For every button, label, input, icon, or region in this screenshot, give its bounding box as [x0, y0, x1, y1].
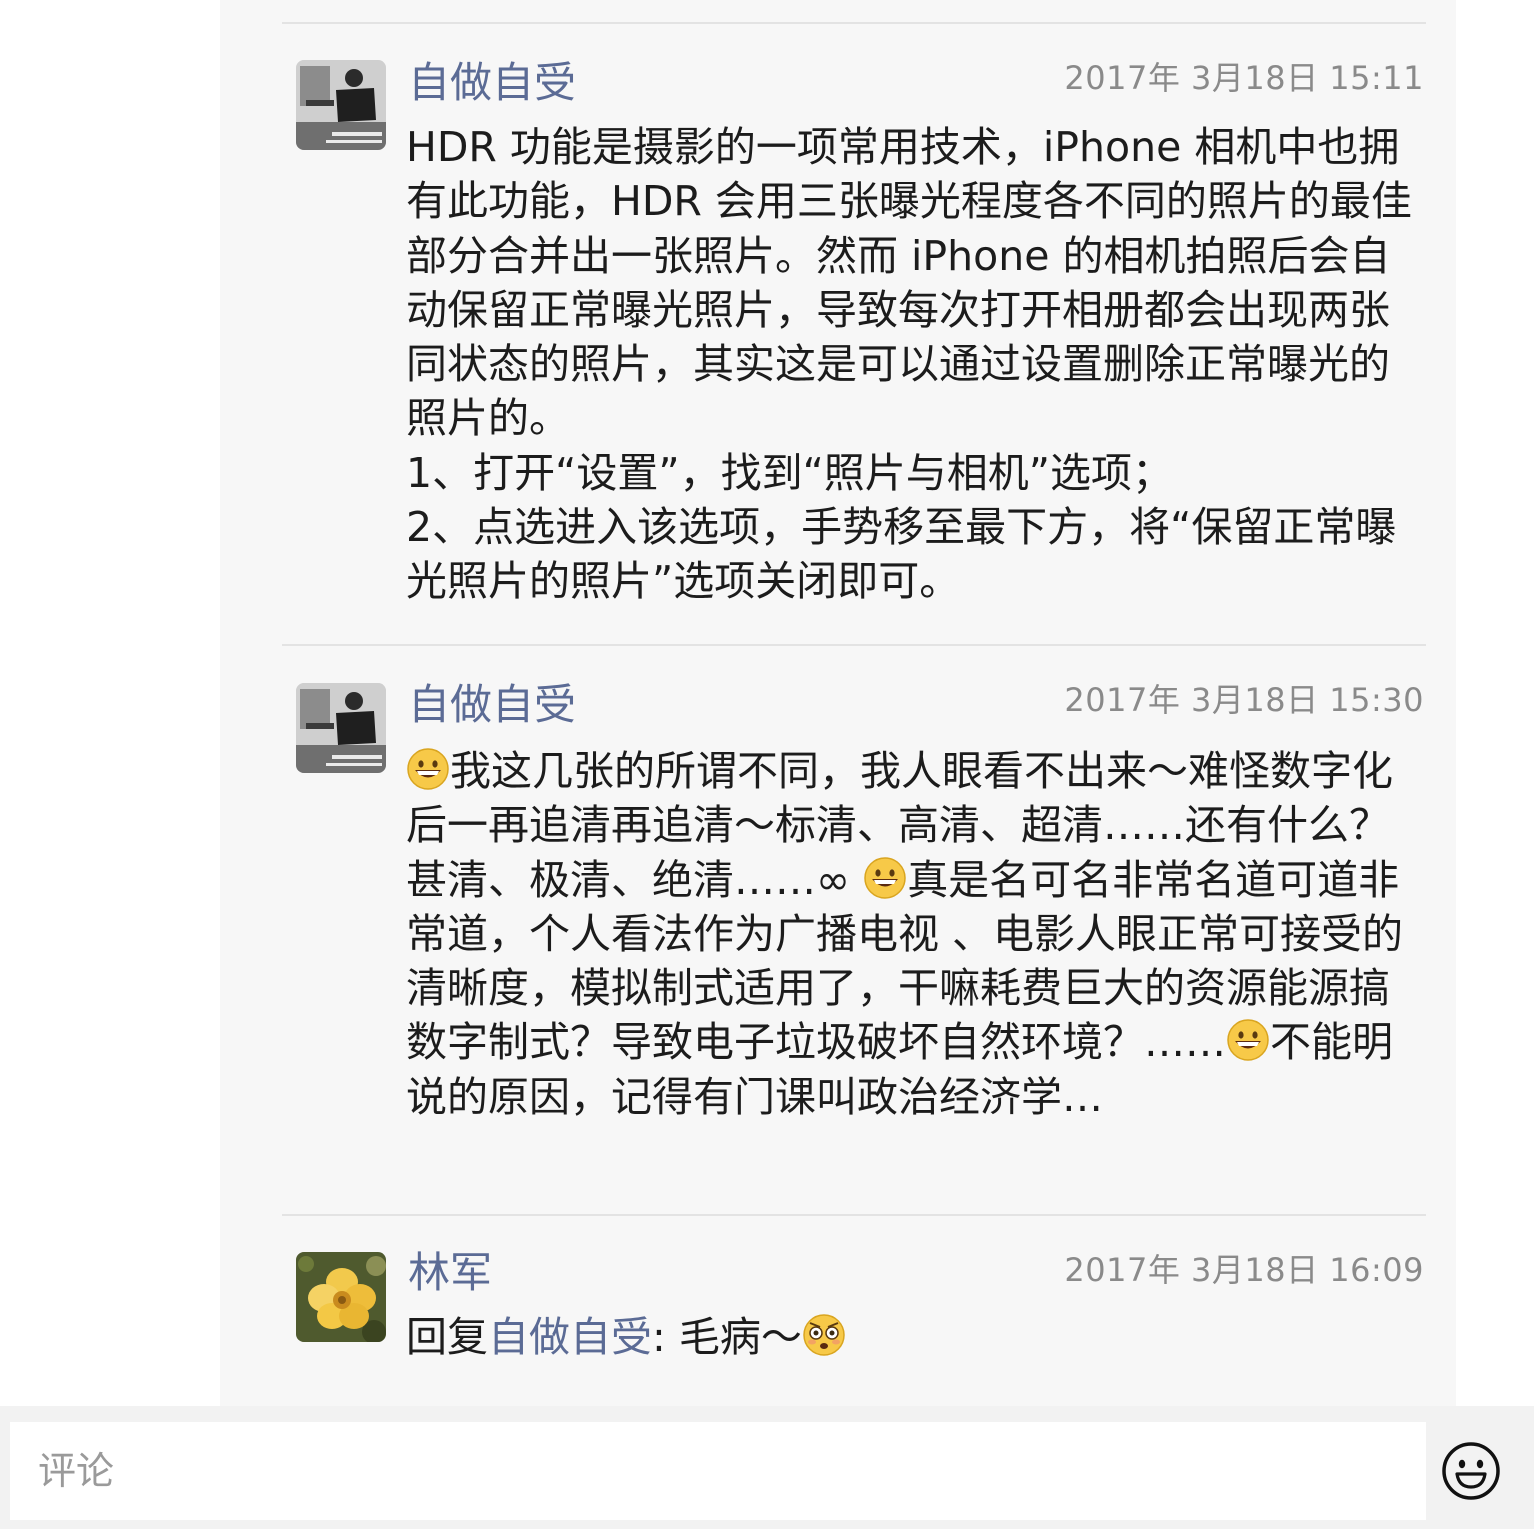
flushed-face-emoji-icon [803, 1314, 845, 1356]
comment-timestamp: 2017年 3月18日 15:11 [1064, 59, 1424, 97]
emoji-button[interactable] [1440, 1440, 1502, 1502]
reply-mention-link[interactable]: 自做自受 [488, 1313, 652, 1361]
divider [282, 1214, 1426, 1216]
comment-text: 我这几张的所谓不同，我人眼看不出来～难怪数字化后一再追清再追清～标清、高清、超清… [406, 744, 1430, 1124]
smiley-icon [1442, 1442, 1500, 1500]
comment-timestamp: 2017年 3月18日 15:30 [1064, 681, 1424, 719]
avatar[interactable] [296, 683, 386, 773]
author-name[interactable]: 自做自受 [408, 680, 576, 730]
photographer-avatar-icon [296, 683, 386, 773]
comments-page: 自做自受 2017年 3月18日 15:11 HDR 功能是摄影的一项常用技术，… [0, 0, 1534, 1529]
comment-input-bar: 评论 [0, 1406, 1534, 1529]
photographer-avatar-icon [296, 60, 386, 150]
grinning-face-emoji-icon [407, 748, 449, 790]
reply-prefix: 回复 [406, 1313, 488, 1361]
comment-text: HDR 功能是摄影的一项常用技术，iPhone 相机中也拥有此功能，HDR 会用… [406, 123, 1412, 606]
comment-input[interactable]: 评论 [10, 1422, 1426, 1520]
grinning-face-emoji-icon [864, 856, 906, 899]
author-name[interactable]: 林军 [408, 1248, 492, 1298]
comment-timestamp: 2017年 3月18日 16:09 [1064, 1251, 1424, 1289]
avatar[interactable] [296, 1252, 386, 1342]
comment-input-placeholder: 评论 [38, 1449, 115, 1493]
reply-text: : 毛病～ [652, 1313, 802, 1361]
grinning-face-emoji-icon [1227, 1019, 1269, 1062]
divider [282, 644, 1426, 646]
author-name[interactable]: 自做自受 [408, 58, 576, 108]
yellow-flower-avatar-icon [296, 1252, 386, 1342]
divider [282, 22, 1426, 24]
comment-text: 回复自做自受: 毛病～ [406, 1310, 1430, 1364]
avatar[interactable] [296, 60, 386, 150]
